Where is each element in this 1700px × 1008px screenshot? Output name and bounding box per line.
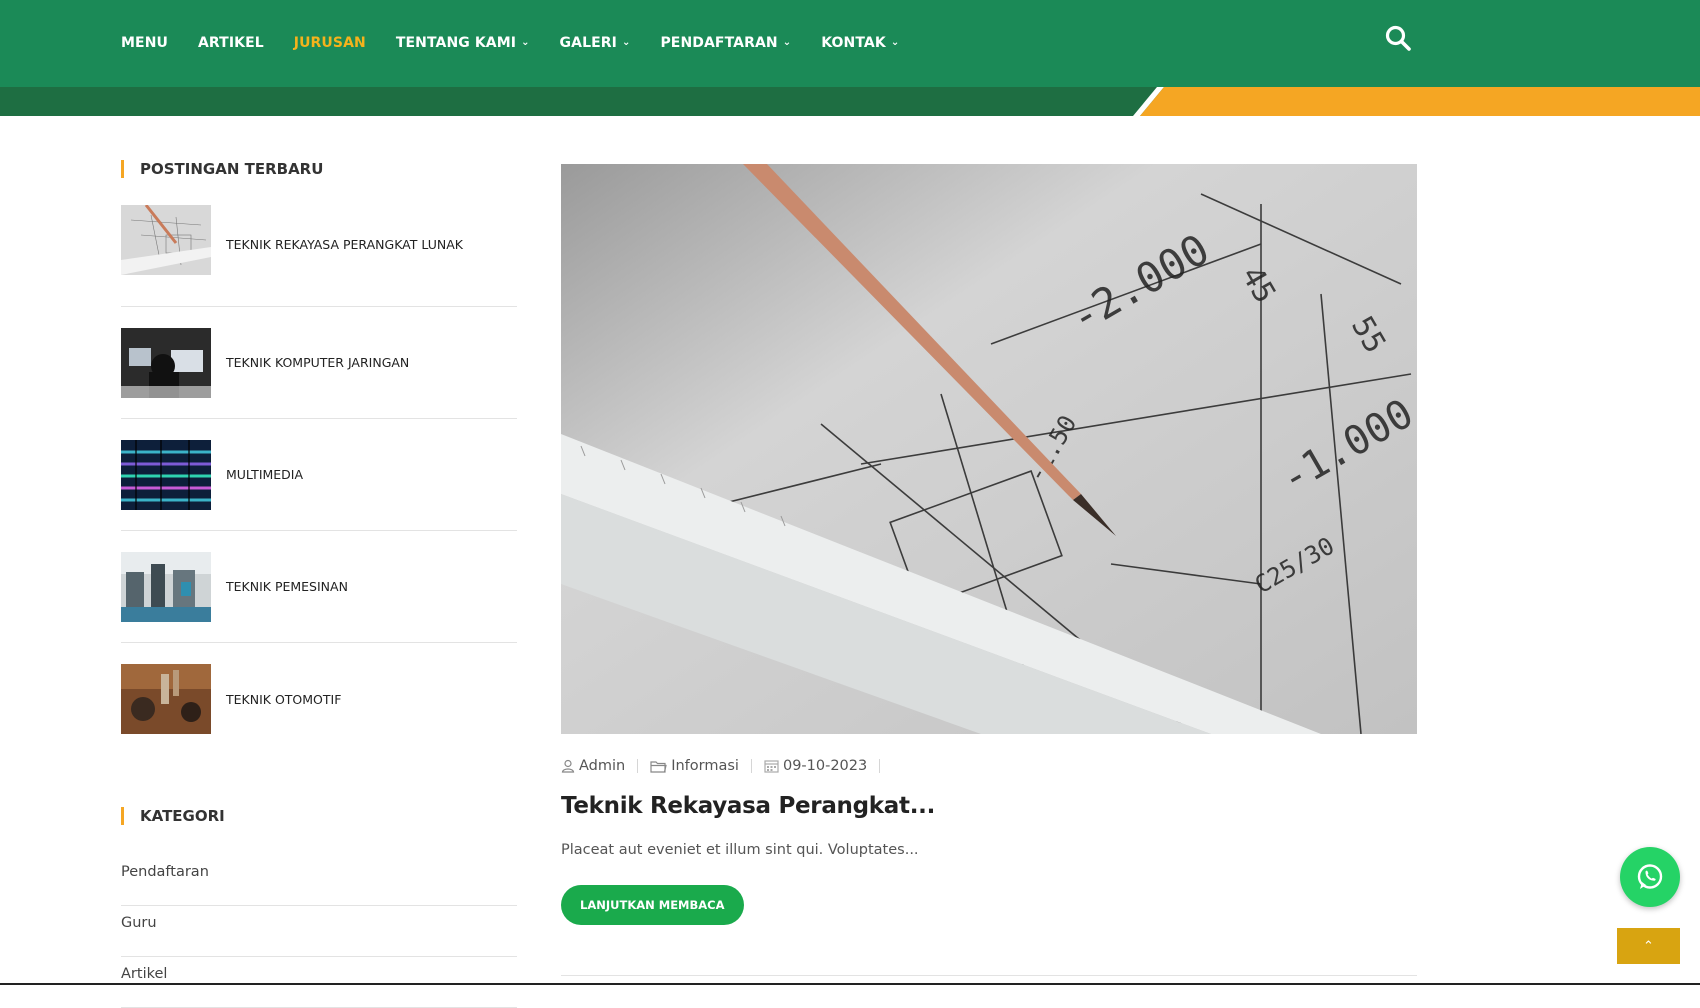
search-button[interactable] <box>1384 24 1412 52</box>
category-item-guru[interactable]: Guru <box>121 906 517 957</box>
sidebar: POSTINGAN TERBARU TEKNIK REKAYASA PERANG… <box>121 160 517 1008</box>
meta-separator <box>750 759 752 773</box>
category-item-pendaftaran[interactable]: Pendaftaran <box>121 855 517 906</box>
post-thumbnail <box>121 664 211 734</box>
recent-post-title: TEKNIK REKAYASA PERANGKAT LUNAK <box>226 237 463 252</box>
chevron-down-icon: ⌄ <box>621 36 631 48</box>
nav-item-galeri[interactable]: GALERI ⌄ <box>560 35 631 51</box>
recent-post-item[interactable]: MULTIMEDIA <box>121 419 517 531</box>
featured-image[interactable]: -2.000 -1.000 C25/30 -1.50 45 55 <box>561 164 1417 734</box>
recent-post-title: TEKNIK KOMPUTER JARINGAN <box>226 355 410 370</box>
post-thumbnail <box>121 205 211 275</box>
nav-item-pendaftaran[interactable]: PENDAFTARAN ⌄ <box>660 35 791 51</box>
post-author[interactable]: Admin <box>561 758 625 774</box>
recent-post-title: TEKNIK PEMESINAN <box>226 579 348 594</box>
navbar: MENU ARTIKEL JURUSAN TENTANG KAMI ⌄ GALER… <box>0 0 1700 87</box>
whatsapp-icon <box>1637 864 1663 889</box>
recent-post-item[interactable]: TEKNIK OTOMOTIF <box>121 643 517 755</box>
post-meta: Admin Informasi 09-10-2023 <box>561 758 1417 774</box>
category-title: KATEGORI <box>121 807 517 825</box>
double-chevron-up-icon: ⌃ <box>1643 938 1654 954</box>
user-icon <box>561 759 575 773</box>
recent-post-item[interactable]: TEKNIK PEMESINAN <box>121 531 517 643</box>
recent-post-title: TEKNIK OTOMOTIF <box>226 691 342 707</box>
main-content: -2.000 -1.000 C25/30 -1.50 45 55 Admin I… <box>561 164 1417 925</box>
recent-post-title: MULTIMEDIA <box>226 467 304 482</box>
recent-post-item[interactable]: TEKNIK REKAYASA PERANGKAT LUNAK <box>121 205 517 307</box>
calendar-icon <box>764 760 779 773</box>
search-icon <box>1385 25 1411 51</box>
nav-item-artikel[interactable]: ARTIKEL <box>198 35 264 51</box>
whatsapp-button[interactable] <box>1620 847 1680 907</box>
recent-post-item[interactable]: TEKNIK KOMPUTER JARINGAN <box>121 307 517 419</box>
band-accent <box>1140 87 1700 116</box>
post-thumbnail <box>121 327 211 398</box>
post-thumbnail <box>121 551 211 622</box>
nav-item-tentang-kami[interactable]: TENTANG KAMI ⌄ <box>396 35 530 51</box>
post-title[interactable]: Teknik Rekayasa Perangkat... <box>561 793 1417 819</box>
post-excerpt: Placeat aut eveniet et illum sint qui. V… <box>561 842 919 858</box>
post-date: 09-10-2023 <box>764 758 867 774</box>
nav-item-kontak[interactable]: KONTAK ⌄ <box>821 35 899 51</box>
post-thumbnail <box>121 439 211 510</box>
meta-separator <box>879 759 881 773</box>
main-menu: MENU ARTIKEL JURUSAN TENTANG KAMI ⌄ GALER… <box>121 35 929 51</box>
post-category[interactable]: Informasi <box>650 758 739 774</box>
back-to-top-button[interactable]: ⌃ <box>1617 928 1680 964</box>
recent-posts-title: POSTINGAN TERBARU <box>121 160 517 178</box>
read-more-button[interactable]: LANJUTKAN MEMBACA <box>561 885 744 925</box>
folder-icon <box>650 760 667 773</box>
chevron-down-icon: ⌄ <box>782 36 792 48</box>
nav-item-menu[interactable]: MENU <box>121 35 168 51</box>
meta-separator <box>637 759 639 773</box>
chevron-down-icon: ⌄ <box>521 36 530 48</box>
nav-item-jurusan[interactable]: JURUSAN <box>294 35 366 51</box>
recent-posts-list: TEKNIK REKAYASA PERANGKAT LUNAK TEKNIK K… <box>121 205 517 755</box>
category-list: Pendaftaran Guru Artikel <box>121 855 517 1008</box>
post-divider <box>561 975 1417 976</box>
chevron-down-icon: ⌄ <box>890 36 900 48</box>
header-band <box>0 87 1700 116</box>
